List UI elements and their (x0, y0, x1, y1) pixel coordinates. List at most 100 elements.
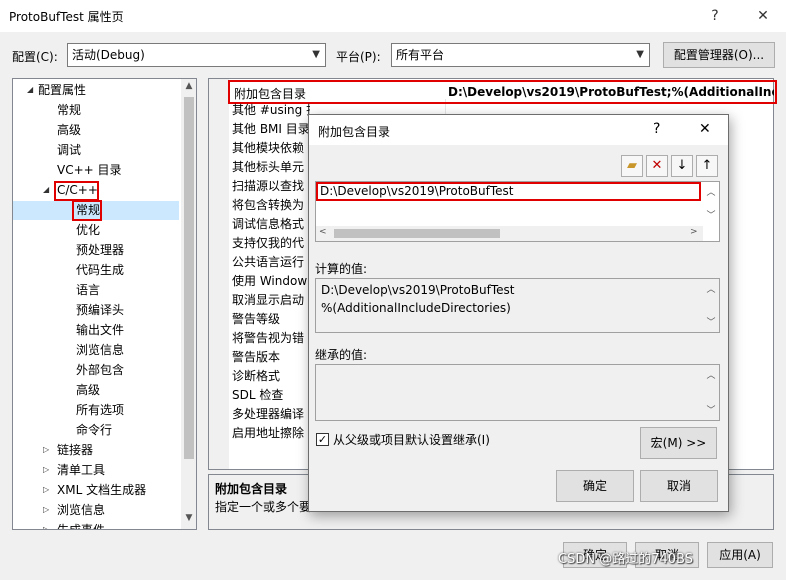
move-down-icon[interactable]: ↓ (671, 155, 693, 177)
tree-item-all-options[interactable]: 所有选项 (76, 401, 124, 419)
property-row[interactable]: 启用地址擦除 (232, 424, 310, 443)
tree-item-optimization[interactable]: 优化 (76, 221, 100, 239)
property-row[interactable]: 警告等级 (232, 310, 310, 329)
property-row[interactable]: 诊断格式 (232, 367, 310, 386)
property-row[interactable]: 取消显示启动 (232, 291, 310, 310)
tree-item-build-events[interactable]: 生成事件 (57, 521, 105, 529)
scroll-down-icon[interactable]: ﹀ (704, 403, 718, 416)
property-row[interactable]: 扫描源以查找 (232, 177, 310, 196)
hscroll-thumb[interactable] (334, 229, 500, 238)
property-grid-gutter (209, 79, 229, 469)
property-row[interactable]: 使用 Window (232, 272, 310, 291)
property-row[interactable]: 其他标头单元 (232, 158, 310, 177)
dialog-ok-button[interactable]: 确定 (556, 470, 634, 502)
close-icon[interactable]: ✕ (699, 121, 711, 137)
scroll-left-icon[interactable]: < (319, 227, 327, 237)
list-vscroll[interactable]: ︿ ﹀ (703, 182, 719, 226)
platform-select[interactable]: 所有平台 ▼ (391, 43, 650, 67)
scroll-right-icon[interactable]: > (690, 227, 698, 237)
tree-item-linker[interactable]: 链接器 (57, 441, 93, 459)
tree-item-cpp-advanced[interactable]: 高级 (76, 381, 100, 399)
tree-item-browse-information[interactable]: 浏览信息 (57, 501, 105, 519)
config-select-value: 活动(Debug) (72, 48, 145, 62)
delete-icon[interactable]: ✕ (646, 155, 668, 177)
tree-item-config-properties[interactable]: 配置属性 (38, 81, 86, 99)
tree-item-general[interactable]: 常规 (57, 101, 81, 119)
inherit-checkbox-label[interactable]: 从父级或项目默认设置继承(I) (333, 431, 490, 448)
tree-item-output-files[interactable]: 输出文件 (76, 321, 124, 339)
scroll-up-icon[interactable]: ︿ (704, 368, 718, 381)
tree-item-preprocessor[interactable]: 预处理器 (76, 241, 124, 259)
property-name-selected[interactable]: 附加包含目录 (234, 85, 306, 102)
tree-item-vc-directories[interactable]: VC++ 目录 (57, 161, 122, 179)
computed-values-box: D:\Develop\vs2019\ProtoBufTest %(Additio… (315, 278, 720, 333)
config-label: 配置(C): (12, 50, 58, 64)
tree-item-xml-doc-generator[interactable]: XML 文档生成器 (57, 481, 146, 499)
tree-item-language[interactable]: 语言 (76, 281, 100, 299)
property-row[interactable]: 将警告视为错 (232, 329, 310, 348)
window-title-bar: ProtoBufTest 属性页 ? ✕ (0, 0, 786, 32)
computed-value-line: D:\Develop\vs2019\ProtoBufTest (321, 283, 515, 297)
config-manager-button[interactable]: 配置管理器(O)... (663, 42, 775, 68)
watermark: CSDN @路过的740BS (558, 552, 693, 567)
directory-entry[interactable]: D:\Develop\vs2019\ProtoBufTest (320, 184, 513, 198)
tree-item-code-generation[interactable]: 代码生成 (76, 261, 124, 279)
new-folder-icon[interactable]: ▰ (621, 155, 643, 177)
property-row[interactable]: 其他 BMI 目录 (232, 120, 310, 139)
scroll-up-icon[interactable]: ︿ (703, 185, 719, 198)
property-row[interactable]: 警告版本 (232, 348, 310, 367)
scroll-down-icon[interactable]: ﹀ (703, 208, 719, 221)
tree-item-browse-info[interactable]: 浏览信息 (76, 341, 124, 359)
inherited-values-label: 继承的值: (315, 348, 368, 362)
property-row[interactable]: SDL 检查 (232, 386, 310, 405)
computed-value-line: %(AdditionalIncludeDirectories) (321, 301, 511, 315)
include-directories-dialog: 附加包含目录 ? ✕ ▰ ✕ ↓ ↑ ︿ ﹀ < > D:\Develop\vs… (308, 114, 729, 512)
property-row[interactable]: 将包含转换为 (232, 196, 310, 215)
tree-item-advanced[interactable]: 高级 (57, 121, 81, 139)
property-row[interactable]: 公共语言运行 (232, 253, 310, 272)
expand-arrow-icon[interactable]: ▷ (43, 525, 49, 529)
tree-item-debugging[interactable]: 调试 (57, 141, 81, 159)
description-title: 附加包含目录 (215, 482, 288, 496)
tree-item-cpp[interactable]: C/C++ (57, 181, 98, 199)
checkmark-icon: ✓ (317, 433, 328, 446)
macros-button[interactable]: 宏(M) >> (640, 427, 717, 459)
property-row[interactable]: 其他 #using 指令 (232, 101, 310, 120)
inherit-checkbox[interactable]: ✓ (316, 433, 329, 446)
scroll-down-icon[interactable]: ﹀ (704, 315, 718, 328)
property-row[interactable]: 多处理器编译 (232, 405, 310, 424)
scroll-down-icon[interactable]: ▼ (181, 513, 196, 523)
expand-arrow-icon[interactable]: ▷ (43, 465, 49, 474)
tree-item-manifest-tool[interactable]: 清单工具 (57, 461, 105, 479)
property-value-selected[interactable]: D:\Develop\vs2019\ProtoBufTest;%(Additio… (448, 85, 774, 99)
expand-arrow-icon[interactable]: ▷ (43, 505, 49, 514)
collapse-arrow-icon[interactable]: ◢ (27, 85, 33, 94)
chevron-down-icon: ▼ (312, 49, 320, 60)
tree-item-external-includes[interactable]: 外部包含 (76, 361, 124, 379)
expand-arrow-icon[interactable]: ▷ (43, 445, 49, 454)
tree-item-precompiled-headers[interactable]: 预编译头 (76, 301, 124, 319)
config-select[interactable]: 活动(Debug) ▼ (67, 43, 326, 67)
tree-clipped-row: ▷ 生成事件 (13, 520, 179, 529)
help-icon[interactable]: ? (700, 4, 730, 28)
description-text: 指定一个或多个要 (215, 500, 312, 514)
property-row[interactable]: 调试信息格式 (232, 215, 310, 234)
tree-item-cpp-general[interactable]: 常规 (76, 201, 100, 219)
dialog-title: 附加包含目录 (318, 125, 391, 139)
collapse-arrow-icon[interactable]: ◢ (43, 185, 49, 194)
apply-button[interactable]: 应用(A) (707, 542, 773, 568)
list-hscroll[interactable]: < > (316, 226, 703, 241)
tree-item-command-line[interactable]: 命令行 (76, 421, 112, 439)
close-icon[interactable]: ✕ (748, 4, 778, 28)
move-up-icon[interactable]: ↑ (696, 155, 718, 177)
computed-values-label: 计算的值: (315, 262, 368, 276)
tree-scrollbar[interactable]: ▲ ▼ (181, 79, 196, 529)
help-icon[interactable]: ? (653, 121, 660, 137)
scroll-up-icon[interactable]: ︿ (704, 282, 718, 295)
property-row[interactable]: 支持仅我的代 (232, 234, 310, 253)
property-row[interactable]: 其他模块依赖 (232, 139, 310, 158)
dialog-cancel-button[interactable]: 取消 (640, 470, 718, 502)
expand-arrow-icon[interactable]: ▷ (43, 485, 49, 494)
scroll-thumb[interactable] (184, 97, 194, 459)
scroll-up-icon[interactable]: ▲ (181, 81, 196, 91)
